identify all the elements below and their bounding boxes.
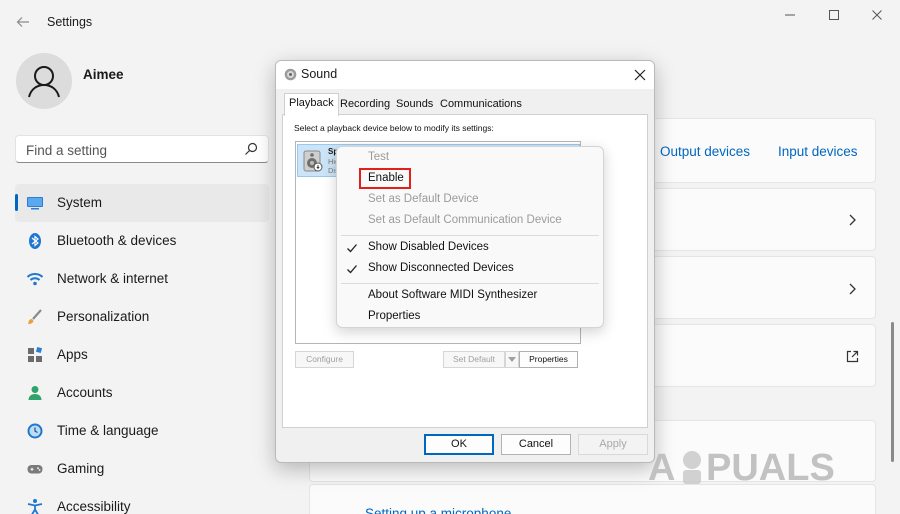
checkmark-icon: [347, 244, 357, 253]
input-devices-link[interactable]: Input devices: [778, 144, 858, 159]
accessibility-icon: [27, 499, 43, 514]
tab-sounds[interactable]: Sounds: [392, 95, 437, 115]
configure-button[interactable]: Configure: [295, 351, 354, 368]
maximize-button[interactable]: [816, 4, 852, 26]
user-name: Aimee: [83, 67, 124, 82]
menu-item-set-default-device[interactable]: Set as Default Device: [337, 190, 603, 210]
scrollbar[interactable]: [891, 322, 894, 462]
menu-separator: [341, 235, 599, 236]
active-indicator: [15, 194, 18, 211]
speaker-icon: [284, 68, 297, 81]
sidebar-item-label: System: [57, 195, 103, 210]
tab-recording[interactable]: Recording: [336, 95, 394, 115]
sidebar-item-personalization[interactable]: Personalization: [15, 298, 269, 336]
close-window-button[interactable]: [859, 4, 895, 26]
menu-item-test[interactable]: Test: [337, 148, 603, 168]
sidebar-item-accounts[interactable]: Accounts: [15, 374, 269, 412]
microphone-link[interactable]: Setting up a microphone: [365, 506, 511, 514]
ok-button[interactable]: OK: [424, 434, 494, 455]
sidebar-item-network[interactable]: Network & internet: [15, 260, 269, 298]
sidebar-item-apps[interactable]: Apps: [15, 336, 269, 374]
sidebar-item-gaming[interactable]: Gaming: [15, 450, 269, 488]
checkmark-icon: [347, 265, 357, 274]
search-icon[interactable]: [244, 142, 258, 156]
sidebar-item-label: Time & language: [57, 423, 159, 438]
sidebar-item-label: Bluetooth & devices: [57, 233, 177, 248]
sidebar-item-label: Apps: [57, 347, 88, 362]
back-arrow-icon: [16, 17, 29, 27]
close-icon: [872, 10, 882, 20]
wifi-icon: [26, 273, 44, 286]
dialog-title: Sound: [301, 67, 338, 81]
menu-item-label: Show Disconnected Devices: [368, 262, 514, 274]
menu-item-label: Properties: [368, 310, 421, 322]
brush-icon: [28, 309, 42, 324]
time-language-icon: [27, 423, 43, 439]
person-icon: [28, 66, 60, 98]
sidebar-item-bluetooth[interactable]: Bluetooth & devices: [15, 222, 269, 260]
minimize-button[interactable]: [772, 4, 808, 26]
menu-item-label: About Software MIDI Synthesizer: [368, 289, 538, 301]
menu-item-show-disconnected[interactable]: Show Disconnected Devices: [337, 259, 603, 279]
watermark-text: PUALS: [706, 447, 835, 488]
title-bar: Settings: [0, 0, 900, 44]
cancel-button[interactable]: Cancel: [501, 434, 571, 455]
tab-playback[interactable]: Playback: [284, 93, 339, 116]
menu-separator: [341, 283, 599, 284]
sidebar-item-accessibility[interactable]: Accessibility: [15, 488, 269, 514]
sidebar-item-label: Accounts: [57, 385, 113, 400]
close-icon: [634, 69, 646, 81]
menu-item-set-default-communication[interactable]: Set as Default Communication Device: [337, 211, 603, 231]
maximize-icon: [829, 10, 839, 20]
sidebar-item-label: Accessibility: [57, 499, 131, 514]
output-devices-link[interactable]: Output devices: [660, 144, 750, 159]
chevron-right-icon: [849, 283, 856, 295]
back-button[interactable]: [12, 11, 34, 33]
chevron-down-icon: [508, 357, 516, 362]
system-icon: [27, 197, 43, 210]
sidebar-item-label: Personalization: [57, 309, 150, 324]
bluetooth-icon: [29, 233, 41, 249]
menu-item-label: Set as Default Communication Device: [368, 214, 562, 226]
dialog-close-button[interactable]: [630, 65, 650, 85]
menu-item-about-midi[interactable]: About Software MIDI Synthesizer: [337, 286, 603, 306]
chevron-right-icon: [849, 214, 856, 226]
accounts-icon: [28, 386, 42, 400]
menu-item-label: Test: [368, 151, 390, 163]
menu-item-label: Set as Default Device: [368, 193, 479, 205]
sidebar-item-system[interactable]: System: [15, 184, 269, 222]
context-menu: Test Enable Set as Default Device Set as…: [336, 146, 604, 328]
sidebar-item-label: Gaming: [57, 461, 105, 476]
menu-item-label: Show Disabled Devices: [368, 241, 489, 253]
set-default-button[interactable]: Set Default: [443, 351, 505, 368]
search-box[interactable]: [15, 135, 269, 163]
minimize-icon: [785, 14, 795, 16]
tab-communications[interactable]: Communications: [436, 95, 526, 115]
speaker-device-icon: [303, 150, 323, 172]
sidebar-nav: System Bluetooth & devices Network & int…: [15, 184, 269, 514]
appuals-watermark: A PUALS: [648, 447, 835, 488]
properties-button[interactable]: Properties: [519, 351, 578, 368]
watermark-letter: A: [648, 447, 675, 488]
avatar[interactable]: [16, 53, 72, 109]
gaming-icon: [27, 465, 43, 474]
playback-instruction: Select a playback device below to modify…: [294, 123, 494, 133]
menu-item-properties[interactable]: Properties: [337, 307, 603, 327]
apps-icon: [28, 346, 43, 362]
highlight-box: [359, 168, 411, 189]
set-default-dropdown[interactable]: [505, 351, 519, 368]
app-title: Settings: [47, 15, 93, 29]
external-link-icon: [846, 350, 859, 363]
apply-button[interactable]: Apply: [578, 434, 648, 455]
dialog-title-bar: Sound: [276, 61, 654, 89]
menu-item-show-disabled[interactable]: Show Disabled Devices: [337, 238, 603, 258]
sidebar-item-time-language[interactable]: Time & language: [15, 412, 269, 450]
search-input[interactable]: [26, 140, 236, 160]
sidebar-item-label: Network & internet: [57, 271, 169, 286]
